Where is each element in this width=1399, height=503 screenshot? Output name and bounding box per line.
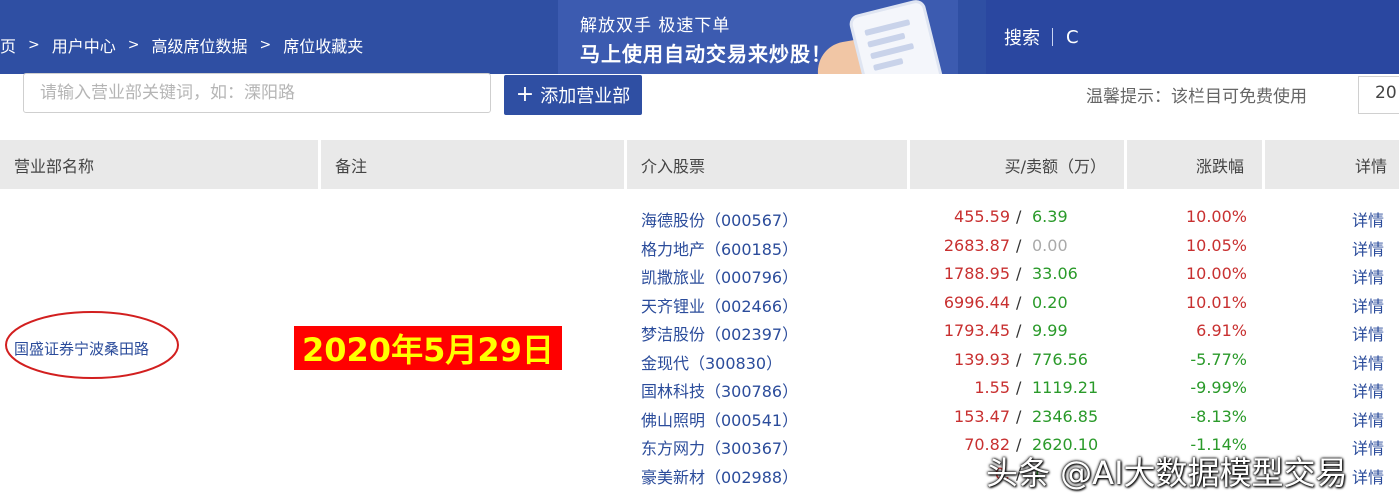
banner-line-2: 马上使用自动交易来炒股！ (580, 42, 832, 66)
detail-link[interactable]: 详情 (1352, 350, 1384, 374)
table-row: 天齐锂业（002466） 6996.44 / 0.20 10.01% 详情 (0, 293, 1399, 321)
table-row: 梦洁股份（002397） 1793.45 / 9.99 6.91% 详情 (0, 321, 1399, 349)
stock-link[interactable]: 天齐锂业（002466） (641, 293, 798, 317)
amount-separator: / (1016, 407, 1022, 426)
breadcrumb-seat-favorites: 席位收藏夹 (283, 37, 364, 56)
table-row: 凯撒旅业（000796） 1788.95 / 33.06 10.00% 详情 (0, 264, 1399, 292)
header-change: 涨跌幅 (1127, 140, 1262, 189)
sell-amount: 2346.85 (1032, 407, 1099, 426)
detail-link[interactable]: 详情 (1352, 407, 1384, 431)
stock-link[interactable]: 梦洁股份（002397） (641, 321, 798, 345)
table-row: 国林科技（300786） 1.55 / 1119.21 -9.99% 详情 (0, 378, 1399, 406)
buy-amount: 153.47 (954, 407, 1010, 426)
stock-link[interactable]: 海德股份（000567） (641, 207, 798, 231)
stock-link[interactable]: 东方网力（300367） (641, 435, 798, 459)
buy-amount: 2683.87 (943, 236, 1010, 255)
broker-keyword-input[interactable] (23, 73, 491, 113)
header-note: 备注 (321, 140, 624, 189)
banner-line-1: 解放双手 极速下单 (580, 16, 731, 36)
buy-amount: 1793.45 (943, 321, 1010, 340)
change-percent: -5.77% (1190, 350, 1247, 369)
plus-icon: + (515, 82, 535, 107)
amount-separator: / (1016, 350, 1022, 369)
search-area: 搜索 (986, 0, 1399, 74)
amount-separator: / (1016, 293, 1022, 312)
buy-amount: 1.55 (974, 378, 1010, 397)
change-percent: -8.13% (1190, 407, 1247, 426)
detail-link[interactable]: 详情 (1352, 264, 1384, 288)
detail-link[interactable]: 详情 (1352, 236, 1384, 260)
detail-link[interactable]: 详情 (1352, 321, 1384, 345)
breadcrumb-user-center[interactable]: 用户中心 (52, 33, 116, 57)
table-header: 营业部名称 备注 介入股票 买/卖额（万） 涨跌幅 详情 (0, 140, 1399, 189)
header-broker: 营业部名称 (0, 140, 318, 189)
sell-amount: 9.99 (1032, 321, 1068, 340)
amount-separator: / (1016, 321, 1022, 340)
breadcrumb-seat-data[interactable]: 高级席位数据 (152, 33, 248, 57)
change-percent: 10.01% (1185, 293, 1247, 312)
detail-link[interactable]: 详情 (1352, 464, 1384, 488)
auto-trade-banner[interactable]: 解放双手 极速下单 马上使用自动交易来炒股！ (558, 0, 958, 74)
stock-link[interactable]: 金现代（300830） (641, 350, 782, 374)
change-percent: 6.91% (1196, 321, 1247, 340)
amount-separator: / (1016, 207, 1022, 226)
free-use-tip: 温馨提示：该栏目可免费使用 (1086, 87, 1307, 107)
stock-link[interactable]: 格力地产（600185） (641, 236, 798, 260)
stock-link[interactable]: 凯撒旅业（000796） (641, 264, 798, 288)
stock-link[interactable]: 国林科技（300786） (641, 378, 798, 402)
top-navbar: 页 > 用户中心 > 高级席位数据 > 席位收藏夹 解放双手 极速下单 马上使用… (0, 0, 1399, 74)
breadcrumb-separator-icon: > (28, 37, 40, 53)
sell-amount: 776.56 (1032, 350, 1088, 369)
table-row: 佛山照明（000541） 153.47 / 2346.85 -8.13% 详情 (0, 407, 1399, 435)
sell-amount: 1119.21 (1032, 378, 1099, 397)
breadcrumb-home[interactable]: 页 (0, 33, 16, 57)
sell-amount: 0.00 (1032, 236, 1068, 255)
breadcrumb-separator-icon: > (127, 37, 140, 53)
table-row: 金现代（300830） 139.93 / 776.56 -5.77% 详情 (0, 350, 1399, 378)
change-percent: 10.00% (1185, 264, 1247, 283)
add-broker-label: 添加营业部 (540, 86, 631, 107)
change-percent: 10.00% (1185, 207, 1247, 226)
header-stock: 介入股票 (627, 140, 907, 189)
breadcrumb-separator-icon: > (259, 37, 272, 53)
detail-link[interactable]: 详情 (1352, 293, 1384, 317)
detail-link[interactable]: 详情 (1352, 207, 1384, 231)
add-broker-button[interactable]: + 添加营业部 (504, 75, 642, 115)
amount-separator: / (1016, 236, 1022, 255)
amount-separator: / (1016, 378, 1022, 397)
page-size-select[interactable]: 20 (1358, 76, 1399, 114)
change-percent: 10.05% (1185, 236, 1247, 255)
buy-amount: 6996.44 (943, 293, 1010, 312)
amount-separator: / (1016, 264, 1022, 283)
header-detail: 详情 (1265, 140, 1399, 189)
change-percent: -9.99% (1190, 378, 1247, 397)
breadcrumb: 页 > 用户中心 > 高级席位数据 > 席位收藏夹 (0, 33, 363, 57)
sell-amount: 0.20 (1032, 293, 1068, 312)
buy-amount: 139.93 (954, 350, 1010, 369)
search-input[interactable] (1064, 22, 1388, 52)
stock-link[interactable]: 豪美新材（002988） (641, 464, 798, 488)
header-amount: 买/卖额（万） (910, 140, 1124, 189)
detail-link[interactable]: 详情 (1352, 435, 1384, 459)
stock-link[interactable]: 佛山照明（000541） (641, 407, 798, 431)
watermark: 头条 @AI大数据模型交易 (986, 454, 1348, 492)
phone-illustration (847, 0, 947, 74)
table-row: 海德股份（000567） 455.59 / 6.39 10.00% 详情 (0, 207, 1399, 235)
buy-amount: 455.59 (954, 207, 1010, 226)
search-divider (1052, 28, 1053, 46)
sell-amount: 33.06 (1032, 264, 1078, 283)
detail-link[interactable]: 详情 (1352, 378, 1384, 402)
table-row: 格力地产（600185） 2683.87 / 0.00 10.05% 详情 (0, 236, 1399, 264)
sell-amount: 6.39 (1032, 207, 1068, 226)
buy-amount: 1788.95 (943, 264, 1010, 283)
search-label[interactable]: 搜索 (1004, 24, 1040, 50)
